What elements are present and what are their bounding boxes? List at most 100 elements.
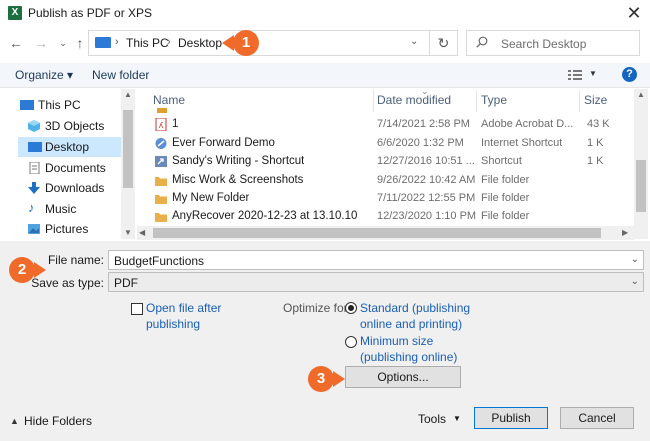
hide-folders-button[interactable]: Hide Folders [24,414,92,428]
nav-item-downloads[interactable]: Downloads [18,178,134,198]
refresh-icon[interactable]: ↻ [430,30,458,56]
file-list-scrollbar-thumb[interactable] [636,160,646,212]
chevron-down-icon[interactable]: ⌄ [631,254,639,265]
nav-label: Documents [45,161,106,175]
folder-icon [155,195,167,204]
open-after-publishing-checkbox[interactable] [131,303,143,315]
breadcrumb-this-pc[interactable]: This PC [126,36,169,50]
horizontal-scrollbar-thumb[interactable] [153,228,601,238]
minimum-line1: Minimum size [360,334,434,348]
save-as-type-select[interactable]: PDF ⌄ [108,272,644,292]
nav-label: Pictures [45,222,89,236]
file-date: 7/11/2022 12:55 PM [377,192,476,204]
cube-icon [28,120,40,132]
help-icon[interactable]: ? [622,67,637,82]
breadcrumb-separator-icon[interactable]: › [167,36,171,48]
file-name: Sandy's Writing - Shortcut [172,155,305,167]
scroll-left-icon[interactable]: ◀ [139,228,145,237]
view-options-icon[interactable] [568,69,582,81]
file-row[interactable]: AnyRecover 2020-12-23 at 13.10.10 12/23/… [150,207,636,226]
scroll-down-icon[interactable]: ▼ [124,228,132,237]
column-header-name[interactable]: Name [153,93,185,107]
forward-arrow-icon[interactable]: → [33,34,49,52]
minimum-size-option-label[interactable]: Minimum size (publishing online) [360,333,457,365]
standard-line2: online and printing) [360,317,463,331]
tools-dropdown-icon[interactable]: ▼ [453,414,461,423]
file-size: 1 K [587,137,604,149]
file-row[interactable]: Ever Forward Demo 6/6/2020 1:32 PM Inter… [150,134,636,153]
download-icon [28,182,40,194]
tools-button[interactable]: Tools [418,412,446,426]
nav-item-desktop[interactable]: Desktop [18,137,134,157]
standard-option-label[interactable]: Standard (publishing online and printing… [360,300,470,332]
shortcut-icon [155,156,167,167]
recent-locations-chevron-icon[interactable]: ⌄ [55,34,71,52]
back-arrow-icon[interactable]: ← [8,34,24,52]
address-dropdown-icon[interactable]: ⌄ [410,36,418,47]
scroll-right-icon[interactable]: ▶ [622,228,628,237]
file-row[interactable]: Sandy's Writing - Shortcut 12/27/2016 10… [150,152,636,171]
callout-pointer [333,371,345,387]
breadcrumb-desktop[interactable]: Desktop [178,36,222,50]
cancel-button[interactable]: Cancel [560,407,634,429]
chevron-up-icon[interactable]: ▲ [10,416,19,426]
file-date: 12/23/2020 1:10 PM [377,210,477,222]
picture-icon [28,224,40,234]
file-row[interactable]: Misc Work & Screenshots 9/26/2022 10:42 … [150,171,636,190]
window-title: Publish as PDF or XPS [28,6,153,20]
column-divider[interactable] [476,90,477,112]
nav-item-3d-objects[interactable]: 3D Objects [18,116,134,136]
breadcrumb-separator-icon[interactable]: › [115,36,119,48]
callout-badge-2: 2 [9,257,35,283]
new-folder-button[interactable]: New folder [92,68,149,82]
excel-icon: X [8,6,22,20]
pc-icon [95,37,111,48]
save-as-type-label: Save as type: [31,276,104,290]
file-row[interactable]: ʎ 1 7/14/2021 2:58 PM Adobe Acrobat D...… [150,115,636,134]
column-divider[interactable] [579,90,580,112]
file-type: Shortcut [481,155,522,167]
file-size: 43 K [587,118,610,130]
up-arrow-icon[interactable]: ↑ [72,34,88,52]
chevron-down-icon[interactable]: ⌄ [631,276,639,287]
column-header-type[interactable]: Type [481,93,507,107]
nav-item-pictures[interactable]: Pictures [18,219,134,239]
file-row[interactable]: My New Folder 7/11/2022 12:55 PM File fo… [150,189,636,208]
file-type: Internet Shortcut [481,137,563,149]
file-type: File folder [481,192,530,204]
standard-radio[interactable] [345,302,357,314]
column-divider[interactable] [373,90,374,112]
nav-scrollbar-thumb[interactable] [123,110,133,188]
nav-item-documents[interactable]: Documents [18,158,134,178]
file-type: Adobe Acrobat D... [481,118,574,130]
nav-item-music[interactable]: ♪ Music [18,199,134,219]
scroll-up-icon[interactable]: ▲ [637,90,645,99]
column-header-size[interactable]: Size [584,93,607,107]
column-header-date[interactable]: Date modified [377,93,451,107]
view-dropdown-icon[interactable]: ▼ [589,69,597,78]
organize-button[interactable]: Organize ▾ [15,68,73,82]
file-date: 9/26/2022 10:42 AM [377,174,476,186]
file-name: 1 [172,118,179,130]
minimum-line2: (publishing online) [360,350,458,364]
file-name: Ever Forward Demo [172,137,275,149]
file-name-field[interactable]: BudgetFunctions ⌄ [108,250,644,270]
close-icon[interactable]: ✕ [624,3,644,23]
open-after-line2: publishing [146,317,201,331]
options-button[interactable]: Options... [345,366,461,388]
file-type: File folder [481,174,530,186]
save-as-type-value: PDF [114,276,138,290]
nav-item-this-pc[interactable]: This PC [18,95,134,115]
publish-button[interactable]: Publish [474,407,548,429]
radio-selected-dot [348,305,354,311]
nav-label: 3D Objects [45,119,105,133]
file-name: AnyRecover 2020-12-23 at 13.10.10 [172,210,358,222]
file-date: 6/6/2020 1:32 PM [377,137,464,149]
callout-badge-3: 3 [308,366,334,392]
scroll-up-icon[interactable]: ▲ [124,90,132,99]
minimum-size-radio[interactable] [345,336,357,348]
search-icon [476,36,488,48]
document-icon [29,162,40,174]
open-after-publishing-label[interactable]: Open file after publishing [146,300,221,332]
search-placeholder: Search Desktop [501,37,587,51]
